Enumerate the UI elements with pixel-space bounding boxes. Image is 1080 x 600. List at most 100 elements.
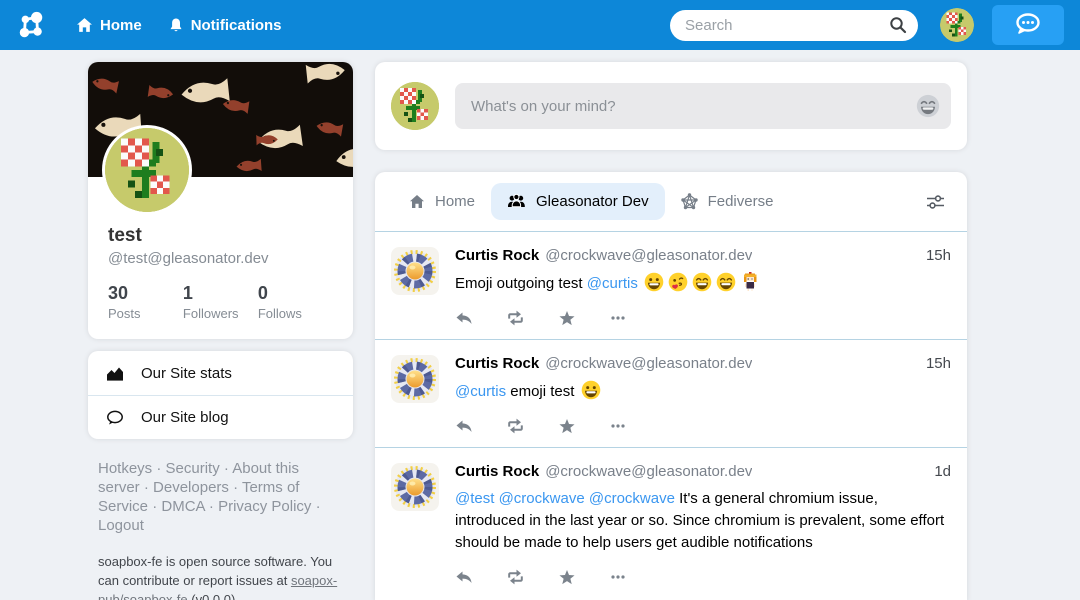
footer-link-logout[interactable]: Logout bbox=[98, 517, 144, 534]
post-author[interactable]: Curtis Rock bbox=[455, 463, 539, 480]
app-logo-icon[interactable] bbox=[12, 6, 50, 44]
footer-link-hotkeys[interactable]: Hotkeys bbox=[98, 460, 152, 477]
repost-button[interactable] bbox=[506, 310, 525, 327]
profile-handle: @test@gleasonator.dev bbox=[88, 247, 353, 267]
posts-list: Curtis Rock @crockwave@gleasonator.dev 1… bbox=[375, 232, 967, 598]
timeline-tabs: Home Gleasonator Dev Fediverse bbox=[375, 172, 967, 231]
tab-home[interactable]: Home bbox=[393, 183, 491, 220]
profile-stats: 30 Posts1 Followers0 Follows bbox=[88, 267, 353, 339]
beaming-emoji bbox=[692, 272, 712, 292]
timeline-card: Home Gleasonator Dev Fediverse Curtis Ro… bbox=[375, 172, 967, 600]
post: Curtis Rock @crockwave@gleasonator.dev 1… bbox=[375, 232, 967, 339]
reply-button[interactable] bbox=[455, 310, 473, 327]
emoji-picker-button[interactable] bbox=[916, 94, 940, 118]
profile-avatar[interactable] bbox=[102, 125, 192, 215]
post-text: Emoji outgoing test bbox=[455, 275, 587, 292]
footer-link-privacy-policy[interactable]: Privacy Policy bbox=[218, 498, 311, 515]
post: Curtis Rock @crockwave@gleasonator.dev 1… bbox=[375, 340, 967, 447]
menu-item-our-site-blog[interactable]: Our Site blog bbox=[88, 395, 353, 439]
repost-button[interactable] bbox=[506, 569, 525, 586]
star-button[interactable] bbox=[558, 310, 576, 327]
more-button[interactable] bbox=[609, 418, 627, 435]
users-icon bbox=[507, 194, 526, 209]
star-button[interactable] bbox=[558, 569, 576, 586]
post-content: Emoji outgoing test @curtis bbox=[455, 272, 951, 295]
home-icon bbox=[409, 194, 425, 210]
post: Curtis Rock @crockwave@gleasonator.dev 1… bbox=[375, 448, 967, 598]
repost-button[interactable] bbox=[506, 418, 525, 435]
stat-label: Posts bbox=[108, 306, 183, 321]
stat-posts[interactable]: 30 Posts bbox=[108, 283, 183, 321]
search-icon[interactable] bbox=[889, 16, 907, 39]
compose-input[interactable] bbox=[455, 83, 951, 129]
beaming-emoji bbox=[716, 272, 736, 292]
post-avatar[interactable] bbox=[391, 355, 439, 403]
footer-link-dmca[interactable]: DMCA bbox=[161, 498, 204, 515]
footer-link-security[interactable]: Security bbox=[166, 460, 220, 477]
mention-link[interactable]: @curtis bbox=[587, 275, 638, 292]
compose-avatar[interactable] bbox=[391, 82, 439, 130]
tab-label: Home bbox=[435, 193, 475, 210]
more-button[interactable] bbox=[609, 569, 627, 586]
kissing-heart-emoji bbox=[668, 272, 688, 292]
stat-value: 0 bbox=[258, 283, 333, 304]
comment-icon bbox=[106, 410, 126, 426]
grinning-emoji bbox=[581, 380, 601, 400]
post-actions bbox=[455, 569, 951, 586]
nav-home-label: Home bbox=[100, 17, 142, 34]
grinning-emoji bbox=[644, 272, 664, 292]
tab-gleasonator-dev[interactable]: Gleasonator Dev bbox=[491, 183, 665, 220]
home-icon bbox=[76, 17, 93, 34]
footer-link-developers[interactable]: Developers bbox=[153, 479, 229, 496]
chart-icon bbox=[106, 366, 126, 381]
stat-value: 30 bbox=[108, 283, 183, 304]
tab-fediverse[interactable]: Fediverse bbox=[665, 183, 790, 220]
fediverse-icon bbox=[681, 193, 698, 210]
stat-label: Followers bbox=[183, 306, 258, 321]
menu-item-label: Our Site blog bbox=[141, 409, 229, 426]
post-body: Curtis Rock @crockwave@gleasonator.dev 1… bbox=[455, 247, 951, 327]
version-post: (v0.0.0). bbox=[188, 592, 239, 600]
post-author[interactable]: Curtis Rock bbox=[455, 247, 539, 264]
reply-button[interactable] bbox=[455, 569, 473, 586]
post-handle: @crockwave@gleasonator.dev bbox=[545, 247, 752, 264]
post-handle: @crockwave@gleasonator.dev bbox=[545, 463, 752, 480]
post-timestamp[interactable]: 1d bbox=[924, 463, 951, 480]
navbar-avatar[interactable] bbox=[940, 8, 974, 42]
chat-icon bbox=[1014, 12, 1042, 39]
post-avatar[interactable] bbox=[391, 463, 439, 511]
post-content: @test @crockwave @crockwave It's a gener… bbox=[455, 488, 951, 554]
main-column: Home Gleasonator Dev Fediverse Curtis Ro… bbox=[375, 62, 967, 600]
nav-notifications[interactable]: Notifications bbox=[168, 17, 282, 34]
reply-button[interactable] bbox=[455, 418, 473, 435]
chat-button[interactable] bbox=[992, 5, 1064, 45]
compose-card bbox=[375, 62, 967, 150]
stat-label: Follows bbox=[258, 306, 333, 321]
tab-label: Gleasonator Dev bbox=[536, 193, 649, 210]
star-button[interactable] bbox=[558, 418, 576, 435]
mention-link[interactable]: @curtis bbox=[455, 383, 506, 400]
compose-field bbox=[455, 83, 951, 129]
column-settings-button[interactable] bbox=[922, 189, 949, 215]
post-body: Curtis Rock @crockwave@gleasonator.dev 1… bbox=[455, 355, 951, 435]
bell-icon bbox=[168, 17, 184, 34]
post-avatar[interactable] bbox=[391, 247, 439, 295]
post-header: Curtis Rock @crockwave@gleasonator.dev 1… bbox=[455, 355, 951, 372]
nav-home[interactable]: Home bbox=[76, 17, 142, 34]
more-button[interactable] bbox=[609, 310, 627, 327]
stat-follows[interactable]: 0 Follows bbox=[258, 283, 333, 321]
version-text: soapbox-fe is open source software. You … bbox=[98, 552, 343, 600]
mention-link[interactable]: @crockwave bbox=[499, 490, 585, 507]
post-timestamp[interactable]: 15h bbox=[916, 247, 951, 264]
mention-link[interactable]: @test bbox=[455, 490, 494, 507]
sidebar: test @test@gleasonator.dev 30 Posts1 Fol… bbox=[88, 62, 353, 600]
profile-card: test @test@gleasonator.dev 30 Posts1 Fol… bbox=[88, 62, 353, 339]
menu-item-our-site-stats[interactable]: Our Site stats bbox=[88, 351, 353, 395]
post-content: @curtis emoji test bbox=[455, 380, 951, 403]
search-input[interactable] bbox=[670, 10, 918, 41]
post-body: Curtis Rock @crockwave@gleasonator.dev 1… bbox=[455, 463, 951, 586]
mention-link[interactable]: @crockwave bbox=[589, 490, 675, 507]
post-timestamp[interactable]: 15h bbox=[916, 355, 951, 372]
post-author[interactable]: Curtis Rock bbox=[455, 355, 539, 372]
stat-followers[interactable]: 1 Followers bbox=[183, 283, 258, 321]
